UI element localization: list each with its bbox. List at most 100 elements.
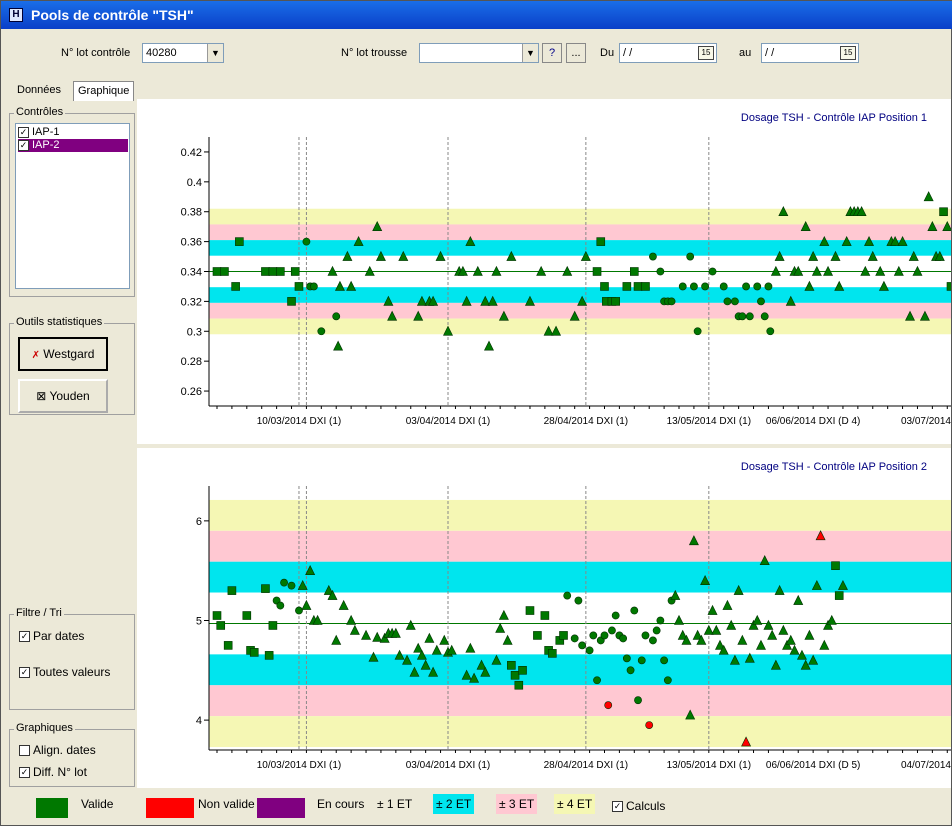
calendar-icon[interactable]: 15	[698, 46, 714, 60]
calendar-icon[interactable]: 15	[840, 46, 856, 60]
x-tick-label: 10/03/2014 DXI (1)	[257, 760, 342, 771]
data-point-square	[641, 282, 650, 291]
sd-band	[209, 224, 951, 241]
westgard-button[interactable]: ✗ Westgard	[18, 337, 108, 371]
data-point-circle	[593, 676, 601, 685]
data-point-circle	[757, 297, 765, 306]
data-point-circle	[563, 591, 572, 600]
tab-donnees[interactable]: Données	[13, 81, 65, 101]
data-point-square	[946, 282, 952, 291]
par-dates-checkbox[interactable]: ✓ Par dates	[19, 629, 84, 643]
data-point-square	[559, 631, 568, 640]
westgard-label: Westgard	[43, 347, 95, 361]
control-item-iap1[interactable]: ✓ IAP-1	[18, 126, 128, 139]
chart-panel-1: Dosage TSH - Contrôle IAP Position 1 0.26…	[137, 99, 952, 444]
data-point-square	[264, 651, 274, 660]
data-point-circle	[626, 666, 635, 675]
chevron-down-icon[interactable]: ▼	[522, 44, 538, 62]
stats-group-title: Outils statistiques	[14, 316, 105, 328]
checkbox-checked-icon[interactable]: ✓	[18, 126, 29, 138]
data-point-circle	[630, 606, 639, 615]
data-point-circle	[585, 646, 594, 655]
filter-group-title: Filtre / Tri	[14, 607, 64, 619]
toutes-valeurs-label: Toutes valeurs	[33, 665, 111, 679]
data-point-square	[287, 297, 296, 306]
data-point-square	[518, 666, 527, 675]
data-point-circle	[287, 581, 296, 590]
browse-button[interactable]: ...	[566, 43, 586, 63]
checkbox-checked-icon[interactable]: ✓	[19, 767, 30, 779]
non-valide-label: Non valide	[198, 797, 255, 811]
diff-lot-checkbox[interactable]: ✓ Diff. N° lot	[19, 765, 87, 779]
sd-band	[209, 240, 951, 256]
data-point-square	[596, 237, 606, 246]
sd-band	[209, 530, 951, 562]
sd-band	[209, 685, 951, 717]
data-point-triangle	[923, 191, 934, 202]
data-point-circle	[656, 267, 665, 276]
youden-button[interactable]: ⊠ Youden	[18, 379, 108, 413]
data-point-square	[261, 584, 270, 593]
tab-graphique[interactable]: Graphique	[73, 81, 135, 101]
data-point-circle	[760, 312, 769, 321]
westgard-icon: ✗	[31, 350, 40, 361]
data-point-circle	[280, 578, 288, 587]
data-point-circle	[649, 636, 657, 645]
data-point-circle	[701, 282, 709, 291]
data-point-square	[540, 611, 550, 620]
checkbox-checked-icon[interactable]: ✓	[19, 667, 30, 679]
et2-label: ± 2 ET	[433, 794, 475, 814]
y-tick-label: 0.38	[181, 207, 202, 219]
par-dates-label: Par dates	[33, 629, 85, 643]
x-tick-label: 13/05/2014 DXI (1)	[667, 760, 752, 771]
checkbox-unchecked-icon[interactable]	[19, 745, 30, 757]
en-cours-label: En cours	[317, 797, 365, 811]
data-point-square	[600, 282, 609, 291]
control-label: IAP-1	[32, 126, 60, 138]
chevron-down-icon[interactable]: ▼	[207, 44, 223, 62]
data-point-square	[831, 561, 840, 570]
data-point-square	[220, 267, 229, 276]
diff-lot-label: Diff. N° lot	[33, 765, 87, 779]
sd-band	[209, 499, 951, 531]
data-point-circle	[276, 601, 285, 610]
y-tick-label: 0.34	[181, 267, 202, 279]
lot-controle-select[interactable]: 40280 ▼	[142, 43, 224, 63]
lot-trousse-select[interactable]: ▼	[419, 43, 539, 63]
data-point-square	[235, 237, 244, 246]
sd-band	[209, 716, 951, 748]
data-point-square	[592, 267, 602, 276]
data-point-square	[268, 621, 278, 630]
data-point-circle	[309, 282, 318, 291]
data-point-circle	[600, 631, 609, 640]
checkbox-checked-icon[interactable]: ✓	[612, 801, 623, 813]
data-point-square	[268, 267, 278, 276]
non-valide-swatch	[146, 798, 194, 818]
data-point-circle	[570, 634, 579, 643]
data-point-square	[249, 648, 259, 657]
y-tick-label: 6	[196, 516, 202, 528]
y-tick-label: 0.36	[181, 237, 202, 249]
data-point-circle	[723, 297, 732, 306]
data-point-circle	[738, 312, 747, 321]
data-point-circle	[753, 282, 762, 291]
control-item-iap2[interactable]: ✓ IAP-2	[18, 139, 128, 152]
chart-position-2: Dosage TSH - Contrôle IAP Position 2 4 5 6 1…	[196, 461, 952, 771]
align-dates-checkbox[interactable]: Align. dates	[19, 743, 96, 757]
data-point-square	[533, 631, 542, 640]
chart-title: Dosage TSH - Contrôle IAP Position 2	[741, 461, 927, 473]
au-date-field[interactable]: / / 15	[761, 43, 859, 63]
calculs-checkbox[interactable]: ✓ Calculs	[612, 799, 665, 813]
data-point-square	[514, 680, 524, 690]
toutes-valeurs-checkbox[interactable]: ✓ Toutes valeurs	[19, 665, 110, 679]
data-point-triangle	[484, 340, 494, 351]
data-point-circle	[634, 696, 642, 705]
controls-list[interactable]: ✓ IAP-1 ✓ IAP-2	[15, 123, 130, 289]
data-point-circle	[742, 282, 750, 291]
data-point-circle	[766, 327, 775, 336]
checkbox-checked-icon[interactable]: ✓	[19, 631, 30, 643]
valide-swatch	[36, 798, 68, 818]
du-date-field[interactable]: / / 15	[619, 43, 717, 63]
checkbox-checked-icon[interactable]: ✓	[18, 139, 29, 151]
help-button[interactable]: ?	[542, 43, 562, 63]
